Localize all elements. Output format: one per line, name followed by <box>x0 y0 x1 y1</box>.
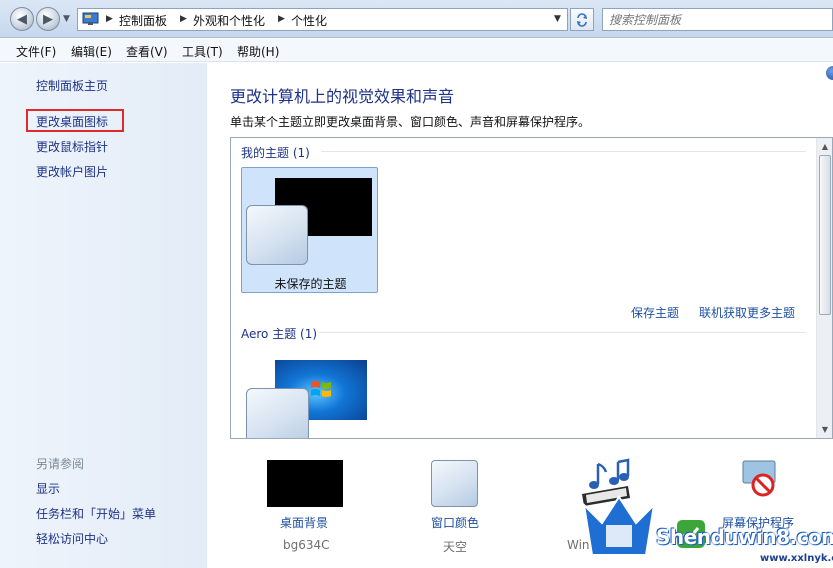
menu-help[interactable]: 帮助(H) <box>237 43 279 60</box>
address-toolbar: ◀ ▶ ▼ ▶ 控制面板 ▶ 外观和个性化 ▶ 个性化 ▼ <box>0 0 833 38</box>
control-panel-icon <box>82 12 99 25</box>
breadcrumb-control-panel[interactable]: 控制面板 <box>119 12 167 29</box>
windows-logo-icon <box>311 381 331 397</box>
option-window-color[interactable]: 窗口颜色 天空 <box>425 458 495 554</box>
forward-button[interactable]: ▶ <box>36 7 60 31</box>
watermark-url: www.xxlnyk.com <box>760 553 833 564</box>
address-dropdown-icon[interactable]: ▼ <box>554 14 561 24</box>
search-box <box>602 8 833 31</box>
window-color-label[interactable]: 窗口颜色 <box>431 514 479 531</box>
option-desktop-background[interactable]: 桌面背景 bg634C <box>262 458 352 553</box>
sidebar: 控制面板主页 更改桌面图标 更改鼠标指针 更改帐户图片 另请参阅 显示 任务栏和… <box>0 63 207 568</box>
sidebar-link-control-panel-home[interactable]: 控制面板主页 <box>36 77 108 94</box>
window-color-swatch <box>431 460 478 507</box>
watermark: Shenduwin8.com www.xxlnyk.com <box>580 455 833 568</box>
sidebar-link-desktop-icons[interactable]: 更改桌面图标 <box>36 113 108 130</box>
menu-edit[interactable]: 编辑(E) <box>71 43 112 60</box>
theme-unsaved[interactable]: 未保存的主题 <box>241 167 378 293</box>
window-color-value: 天空 <box>443 540 468 554</box>
address-bar[interactable]: ▶ 控制面板 ▶ 外观和个性化 ▶ 个性化 ▼ <box>77 8 568 31</box>
recent-pages-dropdown[interactable]: ▼ <box>63 14 75 26</box>
crown-logo-icon <box>582 495 656 556</box>
breadcrumb-appearance[interactable]: 外观和个性化 <box>193 12 265 29</box>
theme-unsaved-label: 未保存的主题 <box>274 277 347 291</box>
see-also-taskbar-start-menu[interactable]: 任务栏和「开始」菜单 <box>36 505 156 522</box>
section-divider <box>321 151 806 152</box>
breadcrumb-separator[interactable]: ▶ <box>106 14 113 24</box>
menu-file[interactable]: 文件(F) <box>16 43 56 60</box>
desktop-background-swatch <box>267 460 343 507</box>
aero-themes-heading: Aero 主题 (1) <box>241 327 318 341</box>
theme-list-scrollbar[interactable]: ▲ ▼ <box>816 138 832 438</box>
breadcrumb-personalization[interactable]: 个性化 <box>291 12 327 29</box>
help-icon[interactable] <box>826 66 833 80</box>
theme-list: 我的主题 (1) 未保存的主题 保存主题 联机获取更多主题 Aero 主题 (1… <box>230 137 833 439</box>
sidebar-link-account-picture[interactable]: 更改帐户图片 <box>36 163 108 180</box>
desktop-background-value: bg634C <box>283 538 330 552</box>
save-theme-link[interactable]: 保存主题 <box>631 304 679 321</box>
scroll-up-icon[interactable]: ▲ <box>817 138 832 154</box>
see-also-ease-of-access[interactable]: 轻松访问中心 <box>36 530 108 547</box>
arrow-right-icon: ▶ <box>43 11 53 27</box>
window-glass-preview <box>246 388 309 438</box>
see-also-display[interactable]: 显示 <box>36 480 60 497</box>
my-themes-heading: 我的主题 (1) <box>241 146 310 160</box>
get-more-themes-online-link[interactable]: 联机获取更多主题 <box>699 304 795 321</box>
see-also-heading: 另请参阅 <box>36 457 85 471</box>
scroll-down-icon[interactable]: ▼ <box>817 421 832 437</box>
scroll-thumb[interactable] <box>819 155 831 315</box>
sidebar-link-mouse-pointers[interactable]: 更改鼠标指针 <box>36 138 108 155</box>
window-glass-preview <box>246 205 308 265</box>
breadcrumb-separator[interactable]: ▶ <box>180 14 187 24</box>
search-input[interactable] <box>609 11 819 28</box>
back-button[interactable]: ◀ <box>10 7 34 31</box>
arrow-left-icon: ◀ <box>17 11 27 27</box>
menu-view[interactable]: 查看(V) <box>126 43 168 60</box>
menu-bar: 文件(F) 编辑(E) 查看(V) 工具(T) 帮助(H) <box>0 39 833 62</box>
section-divider <box>319 332 806 333</box>
page-title: 更改计算机上的视觉效果和声音 <box>230 87 455 106</box>
refresh-icon <box>577 12 587 27</box>
page-description: 单击某个主题立即更改桌面背景、窗口颜色、声音和屏幕保护程序。 <box>230 115 591 129</box>
breadcrumb-separator[interactable]: ▶ <box>278 14 285 24</box>
refresh-button[interactable] <box>570 8 594 31</box>
theme-windows-7[interactable] <box>246 360 367 438</box>
desktop-background-label[interactable]: 桌面背景 <box>280 514 328 531</box>
menu-tools[interactable]: 工具(T) <box>182 43 223 60</box>
watermark-logo-text: Shenduwin8.com <box>656 525 833 549</box>
